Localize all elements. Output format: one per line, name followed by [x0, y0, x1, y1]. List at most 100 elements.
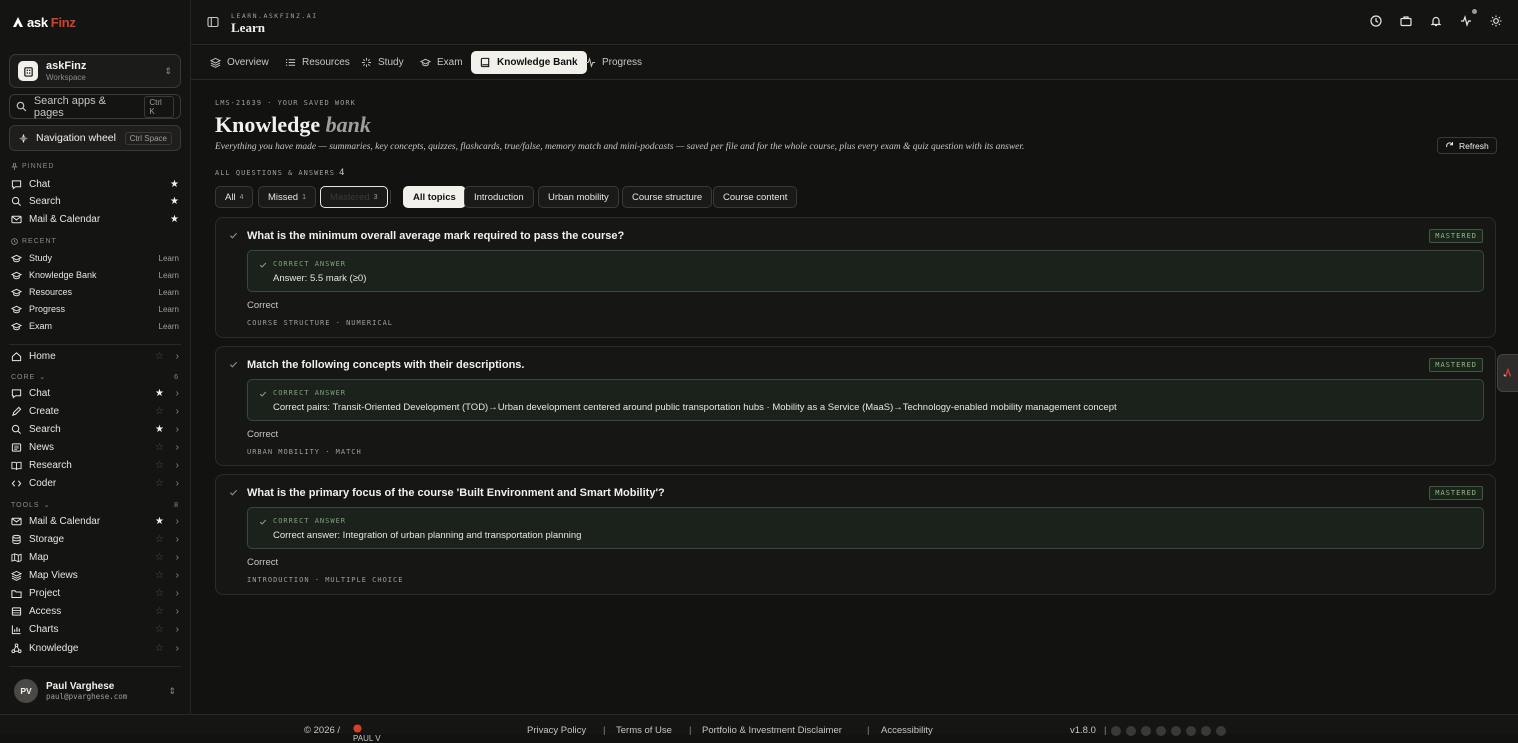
footer-link-privacy[interactable]: Privacy Policy: [527, 725, 586, 736]
recent-section-label: RECENT: [11, 238, 179, 245]
filter-topic-all[interactable]: All topics: [403, 186, 466, 208]
core-section-label[interactable]: CORE ⌄ 6: [11, 373, 179, 382]
sidebar-item-project[interactable]: Project ☆ ›: [11, 585, 179, 601]
sidebar-item-news[interactable]: News ☆ ›: [11, 439, 179, 455]
star-icon[interactable]: ★: [155, 388, 164, 399]
star-outline-icon[interactable]: ☆: [155, 460, 164, 471]
sidebar-item-mail-calendar[interactable]: Mail & Calendar ★ ›: [11, 513, 179, 529]
brand-logo[interactable]: ask Finz: [12, 13, 76, 31]
star-outline-icon[interactable]: ☆: [155, 624, 164, 635]
sidebar-item-knowledge[interactable]: Knowledge ☆ ›: [11, 640, 179, 656]
social-icon[interactable]: [1111, 726, 1121, 736]
qa-card[interactable]: Match the following concepts with their …: [215, 346, 1496, 466]
filter-topic-urban-mobility[interactable]: Urban mobility: [538, 186, 619, 208]
social-icon[interactable]: [1186, 726, 1196, 736]
card-meta: COURSE STRUCTURE · NUMERICAL: [247, 319, 394, 327]
sun-icon[interactable]: [1490, 15, 1502, 27]
sidebar-item-access[interactable]: Access ☆ ›: [11, 603, 179, 619]
filter-all[interactable]: All 4: [215, 186, 254, 208]
social-icon[interactable]: [1156, 726, 1166, 736]
sidebar-item-storage[interactable]: Storage ☆ ›: [11, 531, 179, 547]
star-outline-icon[interactable]: ☆: [155, 442, 164, 453]
filter-mastered[interactable]: Mastered 3: [320, 186, 388, 208]
sidebar-search[interactable]: Search apps & pages Ctrl K: [9, 94, 181, 119]
filter-topic-course-structure[interactable]: Course structure: [622, 186, 713, 208]
clock-icon[interactable]: [1370, 15, 1382, 27]
social-icon[interactable]: [1126, 726, 1136, 736]
tab-knowledge-bank[interactable]: Knowledge Bank: [471, 51, 587, 74]
social-icon[interactable]: [1171, 726, 1181, 736]
star-outline-icon[interactable]: ☆: [155, 643, 164, 654]
star-icon[interactable]: ★: [155, 516, 164, 527]
search-icon: [11, 196, 21, 206]
assistant-edge-tab[interactable]: [1497, 354, 1518, 392]
sidebar-item-map[interactable]: Map ☆ ›: [11, 549, 179, 565]
star-icon[interactable]: ★: [170, 179, 179, 190]
filter-topic-introduction[interactable]: Introduction: [464, 186, 534, 208]
brand-name-b: Finz: [50, 14, 76, 30]
sidebar-item-research[interactable]: Research ☆ ›: [11, 457, 179, 473]
footer-link-disclaimer[interactable]: Portfolio & Investment Disclaimer: [702, 725, 842, 736]
filter-missed[interactable]: Missed 1: [258, 186, 316, 208]
tab-study[interactable]: Study: [352, 51, 413, 74]
navigation-wheel-button[interactable]: Navigation wheel Ctrl Space: [9, 125, 181, 151]
social-icon[interactable]: [1216, 726, 1226, 736]
tools-section-label[interactable]: TOOLS ⌄ 8: [11, 501, 179, 510]
sidebar-item-home[interactable]: Home ☆ ›: [11, 348, 179, 364]
social-icon[interactable]: [1201, 726, 1211, 736]
sidebar-item-create[interactable]: Create ☆ ›: [11, 403, 179, 419]
footer-sep: |: [1104, 725, 1107, 736]
workspace-switcher[interactable]: askFinz Workspace ⇕: [9, 54, 181, 88]
sidebar-item-search[interactable]: Search ★ ›: [11, 421, 179, 437]
star-outline-icon[interactable]: ☆: [155, 552, 164, 563]
star-outline-icon[interactable]: ☆: [155, 588, 164, 599]
star-icon[interactable]: ★: [155, 424, 164, 435]
folder-icon: [11, 589, 22, 598]
filter-topic-course-content[interactable]: Course content: [713, 186, 798, 208]
star-icon[interactable]: ★: [170, 196, 179, 207]
pinned-item-chat[interactable]: Chat ★: [11, 176, 179, 192]
recent-item-knowledge-bank[interactable]: Knowledge Bank Learn: [11, 267, 179, 283]
star-outline-icon[interactable]: ☆: [155, 534, 164, 545]
search-label: Search apps & pages: [33, 94, 106, 119]
star-outline-icon[interactable]: ☆: [155, 478, 164, 489]
footer-brand[interactable]: PAUL V: [353, 724, 381, 743]
bar-chart-icon: [11, 624, 21, 634]
check-icon: [259, 262, 267, 268]
bell-icon[interactable]: [1430, 15, 1442, 27]
check-icon: [259, 519, 267, 525]
qa-card[interactable]: What is the primary focus of the course …: [215, 474, 1496, 595]
pinned-item-mail-calendar[interactable]: Mail & Calendar ★: [11, 211, 179, 227]
star-outline-icon[interactable]: ☆: [155, 351, 164, 362]
footer-link-terms[interactable]: Terms of Use: [616, 725, 672, 736]
footer-social-links: [1111, 726, 1226, 736]
correct-answer-box: CORRECT ANSWER Correct pairs: Transit-Or…: [247, 379, 1484, 421]
social-icon[interactable]: [1141, 726, 1151, 736]
star-icon[interactable]: ★: [170, 214, 179, 225]
check-icon: [229, 489, 238, 496]
recent-item-exam[interactable]: Exam Learn: [11, 318, 179, 334]
tab-progress[interactable]: Progress: [576, 51, 651, 74]
sidebar-item-coder[interactable]: Coder ☆ ›: [11, 475, 179, 491]
user-menu[interactable]: PV Paul Varghese paul@pvarghese.com ⇕: [14, 679, 176, 703]
sidebar-item-charts[interactable]: Charts ☆ ›: [11, 621, 179, 637]
sidebar-item-map-views[interactable]: Map Views ☆ ›: [11, 567, 179, 583]
pinned-item-search[interactable]: Search ★: [11, 193, 179, 209]
briefcase-icon[interactable]: [1400, 15, 1412, 27]
recent-item-resources[interactable]: Resources Learn: [11, 284, 179, 300]
tab-resources[interactable]: Resources: [276, 51, 359, 74]
star-outline-icon[interactable]: ☆: [155, 570, 164, 581]
tools-count: 8: [174, 501, 179, 509]
sidebar-item-chat[interactable]: Chat ★ ›: [11, 385, 179, 401]
activity-button[interactable]: [1460, 9, 1477, 27]
refresh-button[interactable]: Refresh: [1437, 137, 1497, 154]
recent-item-progress[interactable]: Progress Learn: [11, 301, 179, 317]
recent-item-study[interactable]: Study Learn: [11, 250, 179, 266]
tab-overview[interactable]: Overview: [201, 51, 278, 74]
star-outline-icon[interactable]: ☆: [155, 606, 164, 617]
qa-card[interactable]: What is the minimum overall average mark…: [215, 217, 1496, 338]
tab-exam[interactable]: Exam: [411, 51, 472, 74]
sidebar-toggle-icon[interactable]: [207, 16, 219, 28]
star-outline-icon[interactable]: ☆: [155, 406, 164, 417]
footer-link-accessibility[interactable]: Accessibility: [881, 725, 933, 736]
